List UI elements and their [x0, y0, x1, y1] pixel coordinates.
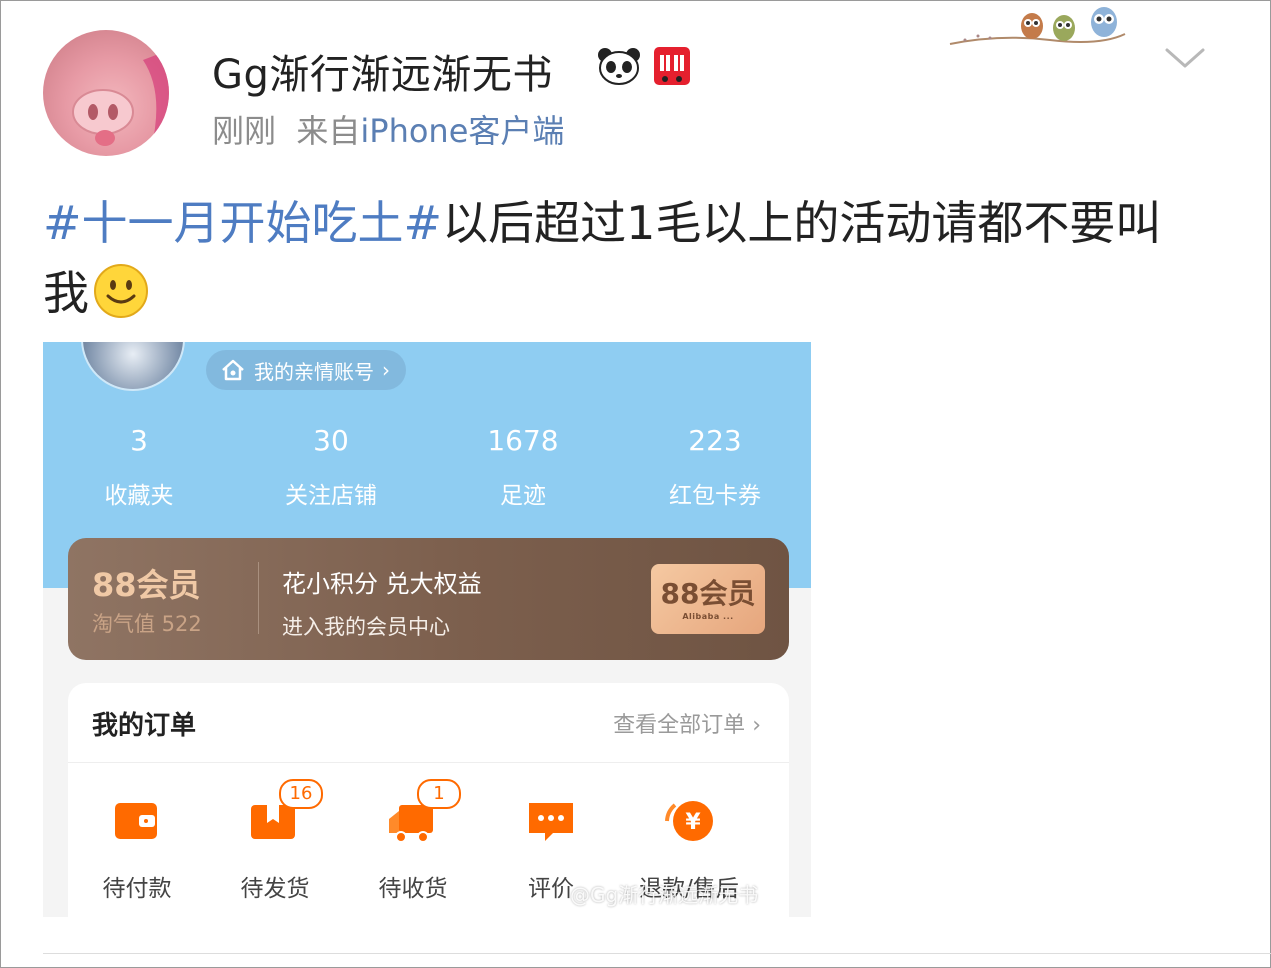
stat-label: 收藏夹: [104, 483, 174, 509]
user-avatar[interactable]: [43, 30, 169, 156]
order-pending-receipt[interactable]: 1 待收货: [344, 779, 482, 903]
view-all-orders-label: 查看全部订单: [613, 713, 746, 738]
double11-icon[interactable]: [653, 46, 691, 86]
order-label: 待发货: [240, 876, 310, 902]
vip-slogan: 花小积分 兑大权益: [282, 570, 482, 598]
stat-followed-shops[interactable]: 30 关注店铺: [235, 424, 427, 510]
divider: [43, 953, 1271, 954]
vip-badge: 88会员 Alibaba ...: [651, 564, 765, 634]
vip-title: 88会员: [92, 566, 201, 604]
chevron-down-icon[interactable]: [1163, 42, 1207, 72]
count-badge: 1: [417, 779, 461, 809]
hashtag-link[interactable]: #十一月开始吃土#: [43, 196, 442, 250]
post-text: #十一月开始吃土#以后超过1毛以上的活动请都不要叫我: [43, 188, 1203, 328]
vip-badge-title: 88会员: [660, 577, 756, 610]
family-account-button[interactable]: 我的亲情账号 ›: [206, 350, 406, 390]
family-account-label: 我的亲情账号: [254, 359, 374, 384]
order-pending-payment[interactable]: 待付款: [68, 793, 206, 903]
vip-center-link[interactable]: 进入我的会员中心: [282, 611, 450, 641]
vip-badge-subtitle: Alibaba ...: [682, 612, 734, 621]
refund-icon: ¥: [665, 801, 713, 841]
vip-score: 淘气值 522: [92, 612, 202, 636]
post-meta: 刚刚 来自iPhone客户端: [212, 106, 564, 152]
post-image[interactable]: 我的亲情账号 › 3 收藏夹 30 关注店铺 1678 足迹 223 红包卡券 …: [43, 342, 811, 917]
owls-decoration-icon: [949, 7, 1126, 45]
home-icon: [222, 359, 244, 381]
stat-label: 足迹: [500, 483, 546, 509]
source-prefix: 来自: [296, 112, 361, 150]
divider: [68, 762, 789, 763]
pig-avatar-icon: [72, 50, 169, 156]
smiley-emoji-icon: [94, 264, 148, 318]
stat-coupons[interactable]: 223 红包卡券: [619, 424, 811, 510]
stat-history[interactable]: 1678 足迹: [427, 424, 619, 510]
stat-label: 关注店铺: [285, 483, 377, 509]
svg-text:¥: ¥: [685, 810, 701, 835]
panda-icon[interactable]: [597, 46, 641, 86]
view-all-orders-link[interactable]: 查看全部订单 ›: [613, 707, 761, 739]
stat-favorites[interactable]: 3 收藏夹: [43, 424, 235, 510]
post-time: 刚刚: [212, 112, 277, 150]
orders-title: 我的订单: [92, 711, 197, 741]
stat-value: 1678: [487, 424, 559, 457]
wallet-icon: [115, 803, 157, 839]
chevron-right-icon: ›: [382, 358, 390, 382]
user-badges: [597, 46, 691, 86]
vip-member-card[interactable]: 88会员 淘气值 522 花小积分 兑大权益 进入我的会员中心 88会员 Ali…: [68, 538, 789, 660]
vip-divider: [258, 562, 259, 634]
stats-row: 3 收藏夹 30 关注店铺 1678 足迹 223 红包卡券: [43, 424, 811, 510]
comment-icon: [529, 803, 573, 841]
weibo-watermark: @Gg渐行渐远渐无书: [570, 883, 759, 907]
order-pending-shipment[interactable]: 16 待发货: [206, 779, 344, 903]
stat-value: 30: [313, 424, 349, 457]
stat-label: 红包卡券: [669, 483, 761, 509]
username[interactable]: Gg渐行渐远渐无书: [212, 42, 553, 100]
chevron-right-icon: ›: [752, 713, 761, 738]
order-label: 待付款: [102, 876, 172, 902]
post-source[interactable]: iPhone客户端: [360, 112, 564, 150]
count-badge: 16: [279, 779, 323, 809]
order-label: 待收货: [378, 876, 448, 902]
stat-value: 3: [130, 424, 148, 457]
stat-value: 223: [688, 424, 742, 457]
